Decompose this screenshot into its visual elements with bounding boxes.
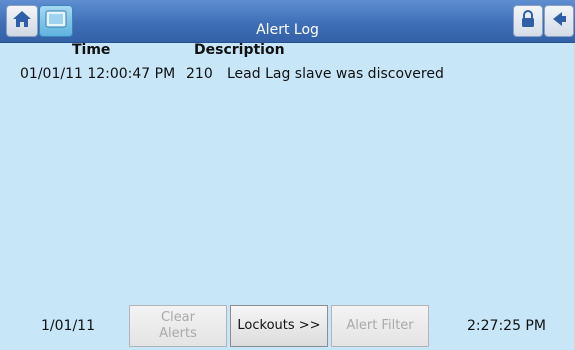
clear-alerts-button[interactable]: Clear Alerts (129, 305, 227, 347)
footer-date: 1/01/11 (41, 318, 95, 334)
title-bar: Alert Log (0, 0, 575, 43)
lockouts-label: Lockouts >> (237, 318, 321, 333)
row-time: 01/01/11 12:00:47 PM (20, 66, 176, 82)
back-arrow-icon (550, 9, 568, 33)
table-row[interactable]: 01/01/11 12:00:47 PM 210 Lead Lag slave … (0, 66, 575, 86)
column-header-time: Time (72, 42, 111, 58)
lock-icon (519, 9, 537, 33)
row-description: Lead Lag slave was discovered (227, 66, 444, 82)
clear-alerts-label-line1: Clear (161, 310, 195, 325)
alert-filter-button[interactable]: Alert Filter (331, 305, 429, 347)
clear-alerts-label-line2: Alerts (159, 326, 197, 341)
page-title: Alert Log (256, 22, 319, 38)
lock-button[interactable] (513, 5, 543, 37)
row-code: 210 (186, 66, 213, 82)
column-header-description: Description (194, 42, 285, 58)
footer-time: 2:27:25 PM (467, 318, 546, 334)
back-button[interactable] (544, 5, 574, 37)
alert-filter-label: Alert Filter (346, 318, 414, 333)
lockouts-button[interactable]: Lockouts >> (230, 305, 328, 347)
alert-log-screen: Alert Log Time Description 01/01/11 12:0… (0, 0, 575, 350)
